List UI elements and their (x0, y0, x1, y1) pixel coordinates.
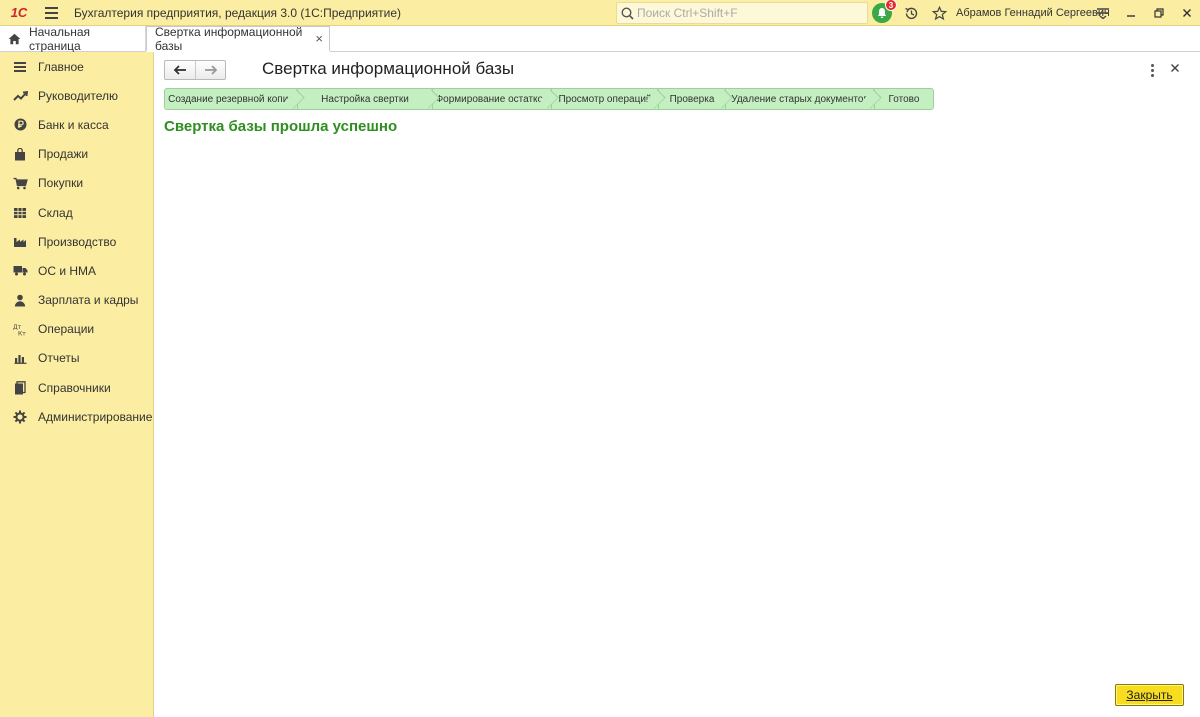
close-button-label: Закрыть (1126, 688, 1173, 702)
restore-button[interactable] (1146, 0, 1172, 26)
favorites-button[interactable] (925, 0, 953, 26)
sidebar-item-bank[interactable]: Банк и касса (0, 110, 153, 139)
step-settings: Настройка свертки (297, 88, 440, 110)
bar-chart-icon (12, 350, 28, 366)
form-area: Свертка информационной базы Создание рез… (155, 53, 1200, 717)
sidebar-item-warehouse[interactable]: Склад (0, 198, 153, 227)
step-done: Готово (874, 88, 934, 110)
truck-icon (12, 263, 28, 279)
books-icon (12, 380, 28, 396)
tab-close-icon[interactable]: × (315, 31, 323, 46)
sidebar-item-main[interactable]: Главное (0, 52, 153, 81)
step-label: Настройка свертки (321, 93, 409, 105)
search-input[interactable] (637, 6, 857, 20)
step-label: Готово (888, 93, 920, 105)
step-label: Просмотр операций (558, 93, 652, 105)
tab-database-rollup-label: Свертка информационной базы (155, 24, 303, 53)
sidebar-item-label: Банк и касса (38, 117, 109, 132)
step-label: Удаление старых документов (731, 93, 869, 105)
tab-database-rollup[interactable]: Свертка информационной базы × (146, 24, 330, 53)
step-balances: Формирование остатков (432, 88, 559, 110)
sidebar-item-label: ОС и НМА (38, 263, 97, 278)
step-check: Проверка (658, 88, 733, 110)
sidebar-item-label: Главное (38, 59, 84, 74)
menu-lines-icon (1097, 8, 1109, 19)
trend-up-icon (12, 88, 28, 104)
step-backup: Создание резервной копии (164, 88, 305, 110)
app-logo: 1С (10, 5, 28, 20)
arrow-right-icon (204, 65, 217, 75)
svg-text:Кт: Кт (18, 330, 26, 336)
history-button[interactable] (897, 0, 925, 26)
sidebar-item-label: Продажи (38, 147, 89, 162)
tab-home[interactable]: Начальная страница (0, 25, 146, 53)
person-icon (12, 292, 28, 308)
menu-lines-icon (12, 59, 28, 75)
tab-home-label: Начальная страница (28, 25, 91, 53)
sidebar-item-reports[interactable]: Отчеты (0, 344, 153, 373)
minimize-button[interactable] (1118, 0, 1144, 26)
sidebar-item-label: Зарплата и кадры (38, 293, 139, 308)
close-button[interactable]: Закрыть (1115, 684, 1184, 706)
sidebar-item-label: Покупки (38, 176, 84, 191)
history-icon (904, 7, 917, 19)
history-nav (164, 60, 226, 80)
factory-icon (12, 234, 28, 250)
form-close-button[interactable] (1170, 60, 1180, 76)
star-icon (931, 5, 947, 20)
sections-panel: Главное Руководителю Банк и касса Продаж… (0, 52, 154, 717)
warehouse-grid-icon (12, 205, 28, 221)
sidebar-item-label: Отчеты (38, 351, 80, 366)
step-delete-documents: Удаление старых документов (725, 88, 882, 110)
sidebar-item-label: Администрирование (38, 409, 153, 424)
notifications-count-badge: 3 (885, 0, 897, 11)
window-close-button[interactable] (1174, 0, 1200, 26)
settings-menu-button[interactable] (1090, 0, 1116, 26)
sidebar-item-administration[interactable]: Администрирование (0, 402, 153, 431)
search-box[interactable] (616, 2, 868, 24)
restore-icon (1154, 8, 1164, 18)
sidebar-item-label: Руководителю (38, 88, 119, 103)
page-title: Свертка информационной базы (262, 59, 515, 78)
tab-bar: Начальная страница Свертка информационно… (0, 24, 1200, 53)
notifications-button[interactable]: 3 (868, 0, 897, 26)
step-label: Создание резервной копии (168, 93, 294, 105)
app-title: Бухгалтерия предприятия, редакция 3.0 (1… (74, 5, 402, 20)
more-dots-icon (1150, 63, 1154, 67)
sidebar-item-fixed-assets[interactable]: ОС и НМА (0, 256, 153, 285)
sidebar-item-payroll[interactable]: Зарплата и кадры (0, 286, 153, 315)
user-name[interactable]: Абрамов Геннадий Сергеевич (956, 0, 1110, 26)
ruble-coin-icon (12, 117, 28, 133)
forward-button[interactable] (195, 61, 225, 79)
close-icon (1183, 9, 1191, 17)
cart-icon (12, 175, 28, 191)
sidebar-item-label: Справочники (38, 380, 111, 395)
sidebar-item-label: Производство (38, 234, 117, 249)
step-label: Проверка (669, 93, 715, 105)
sidebar-item-operations[interactable]: Дт Кт Операции (0, 315, 153, 344)
sidebar-item-label: Склад (38, 205, 73, 220)
sidebar-item-purchases[interactable]: Покупки (0, 169, 153, 198)
back-button[interactable] (165, 61, 195, 79)
sidebar-item-label: Операции (38, 322, 95, 337)
close-icon (1171, 64, 1179, 72)
title-bar: 1С Бухгалтерия предприятия, редакция 3.0… (0, 0, 1200, 26)
step-view-operations: Просмотр операций (551, 88, 666, 110)
home-icon (8, 33, 21, 45)
main-menu-button[interactable] (38, 0, 64, 26)
dt-kt-icon: Дт Кт (12, 321, 28, 337)
step-label: Формирование остатков (435, 93, 549, 105)
result-message: Свертка базы прошла успешно (164, 118, 398, 135)
arrow-left-icon (173, 65, 186, 75)
gear-icon (12, 409, 28, 425)
more-actions-button[interactable] (1145, 62, 1159, 78)
sidebar-item-production[interactable]: Производство (0, 227, 153, 256)
sidebar-item-manager[interactable]: Руководителю (0, 81, 153, 110)
shopping-bag-icon (12, 146, 28, 162)
wizard-steps: Создание резервной копии Настройка сверт… (164, 88, 934, 110)
search-icon (621, 6, 634, 20)
minimize-icon (1127, 15, 1135, 17)
sidebar-item-sales[interactable]: Продажи (0, 140, 153, 169)
sidebar-item-directories[interactable]: Справочники (0, 373, 153, 402)
